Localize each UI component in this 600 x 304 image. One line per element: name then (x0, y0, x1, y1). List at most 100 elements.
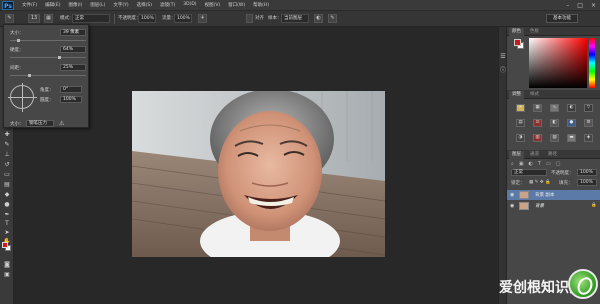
mode-select[interactable]: 正常 (72, 14, 110, 23)
watermark-logo-icon (568, 269, 598, 299)
menu-items: 文件(F) 编辑(E) 图像(I) 图层(L) 文字(Y) 选择(S) 滤镜(T… (22, 2, 269, 8)
fill-field[interactable]: 100% (577, 179, 597, 186)
clone-stamp-tool-icon[interactable]: ⊥ (3, 151, 11, 158)
filter-shape-icon[interactable]: ▭ (546, 161, 551, 167)
menu-edit[interactable]: 编辑(E) (45, 2, 60, 8)
black-white-icon[interactable]: ◧ (550, 119, 559, 127)
tab-paths[interactable]: 路径 (545, 151, 560, 159)
color-panel-foreground[interactable] (514, 39, 521, 46)
info-panel-icon[interactable]: ⓘ (499, 67, 507, 74)
filter-smart-icon[interactable]: ▢ (556, 161, 561, 167)
blend-mode-select[interactable]: 正常 (511, 169, 547, 176)
menu-select[interactable]: 选择(S) (137, 2, 152, 8)
foreground-color-swatch[interactable] (2, 242, 8, 248)
menu-layer[interactable]: 图层(L) (90, 2, 105, 8)
history-brush-tool-icon[interactable]: ↺ (3, 161, 11, 168)
menu-file[interactable]: 文件(F) (22, 2, 37, 8)
tab-layers[interactable]: 图层 (509, 151, 524, 159)
layer-row-background[interactable]: ◉ 背景 🔒 (507, 201, 600, 211)
toggle-brush-panel-icon[interactable]: ▦ (44, 14, 53, 23)
pressure-icon[interactable]: ✎ (328, 14, 337, 23)
blur-tool-icon[interactable]: ◆ (3, 191, 11, 198)
hardness-slider-knob[interactable] (58, 56, 61, 59)
gradient-map-icon[interactable]: ▬ (567, 134, 576, 142)
size-slider[interactable] (10, 40, 86, 41)
tab-adjustments[interactable]: 调整 (509, 91, 524, 99)
menu-window[interactable]: 窗口(W) (228, 2, 245, 8)
exposure-icon[interactable]: ◐ (567, 104, 576, 112)
pen-tool-icon[interactable]: ✒ (3, 211, 11, 218)
threshold-icon[interactable]: ▨ (550, 134, 559, 142)
angle-field[interactable]: 0° (60, 86, 82, 93)
curves-icon[interactable]: ∿ (550, 104, 559, 112)
tab-color[interactable]: 颜色 (509, 28, 524, 36)
layer-row-background-copy[interactable]: ◉ 背景 副本 (507, 190, 600, 200)
lock-icons[interactable]: ▦ ✎ ✥ 🔒 (529, 180, 551, 185)
color-balance-icon[interactable]: ⚖ (533, 119, 542, 127)
hue-slider[interactable] (589, 38, 595, 88)
menu-view[interactable]: 视图(V) (205, 2, 221, 8)
filter-kind-icon[interactable]: ⌕ (511, 161, 514, 167)
levels-icon[interactable]: ▦ (533, 104, 542, 112)
brush-angle-preview[interactable] (8, 83, 37, 112)
filter-adjust-icon[interactable]: ◐ (529, 161, 533, 167)
channel-mixer-icon[interactable]: ⚙ (584, 119, 593, 127)
visibility-eye-icon[interactable]: ◉ (510, 192, 514, 198)
brush-tool-icon[interactable]: ✎ (3, 141, 11, 148)
roundness-field[interactable]: 100% (60, 96, 82, 103)
workspace-select[interactable]: 基本功能 (546, 14, 578, 23)
size-field[interactable]: 39 像素 (60, 29, 86, 36)
quick-mask-icon[interactable]: ◙ (3, 261, 11, 268)
spacing-slider[interactable] (10, 75, 86, 76)
color-picker-field[interactable] (529, 38, 587, 88)
gradient-tool-icon[interactable]: ▤ (3, 181, 11, 188)
roundness-label: 圆度： (40, 98, 54, 103)
sample-select[interactable]: 当前图层 (281, 14, 309, 23)
path-select-tool-icon[interactable]: ➤ (3, 229, 11, 236)
type-tool-icon[interactable]: T (3, 220, 11, 227)
size-control-select[interactable]: 钢笔压力 (26, 120, 54, 127)
maximize-button[interactable]: □ (577, 2, 583, 9)
lock-label: 锁定： (511, 181, 525, 186)
filter-pixel-icon[interactable]: ▣ (519, 161, 524, 167)
minimize-button[interactable]: – (566, 2, 569, 9)
invert-icon[interactable]: ◑ (516, 134, 525, 142)
adjustment-icons: ☀ ▦ ∿ ◐ ▽ ▤ ⚖ ◧ ● ⚙ ◑ ▥ ▨ ▬ ◈ (516, 104, 593, 142)
visibility-eye-icon[interactable]: ◉ (510, 203, 514, 209)
menu-type[interactable]: 文字(Y) (113, 2, 128, 8)
vibrance-icon[interactable]: ▽ (584, 104, 593, 112)
menu-help[interactable]: 帮助(H) (253, 2, 269, 8)
screen-mode-icon[interactable]: ▣ (3, 271, 11, 278)
eraser-tool-icon[interactable]: ▭ (3, 171, 11, 178)
hue-saturation-icon[interactable]: ▤ (516, 119, 525, 127)
menu-image[interactable]: 图像(I) (68, 2, 82, 8)
close-button[interactable]: × (591, 2, 596, 9)
hardness-slider[interactable] (10, 57, 86, 58)
layer-opacity-field[interactable]: 100% (577, 169, 597, 176)
healing-tool-icon[interactable]: ✚ (3, 131, 11, 138)
hardness-field[interactable]: 64% (60, 46, 86, 53)
tool-preset-icon[interactable]: ✎ (5, 14, 14, 23)
flow-field[interactable]: 100% (174, 14, 192, 23)
airbrush-icon[interactable]: ✈ (198, 14, 207, 23)
brightness-icon[interactable]: ☀ (516, 104, 525, 112)
filter-type-icon[interactable]: T (538, 161, 541, 167)
tab-channels[interactable]: 通道 (527, 151, 542, 159)
posterize-icon[interactable]: ▥ (533, 134, 542, 142)
opacity-field[interactable]: 100% (138, 14, 156, 23)
menu-3d[interactable]: 3D(D) (183, 2, 196, 8)
menu-filter[interactable]: 滤镜(T) (160, 2, 175, 8)
selective-color-icon[interactable]: ◈ (584, 134, 593, 142)
tab-swatches[interactable]: 色板 (527, 28, 542, 36)
photo-filter-icon[interactable]: ● (567, 119, 576, 127)
history-panel-icon[interactable]: ☰ (499, 53, 507, 60)
spacing-field[interactable]: 25% (60, 64, 86, 71)
size-slider-knob[interactable] (17, 39, 20, 42)
spacing-slider-knob[interactable] (28, 74, 31, 77)
aligned-checkbox[interactable] (246, 14, 253, 23)
tab-styles[interactable]: 样式 (527, 91, 542, 99)
canvas-photo[interactable] (132, 91, 385, 257)
ignore-adjustment-icon[interactable]: ◐ (314, 14, 323, 23)
dodge-tool-icon[interactable]: ● (3, 201, 11, 208)
brush-preset-picker[interactable]: 13 (28, 14, 40, 23)
